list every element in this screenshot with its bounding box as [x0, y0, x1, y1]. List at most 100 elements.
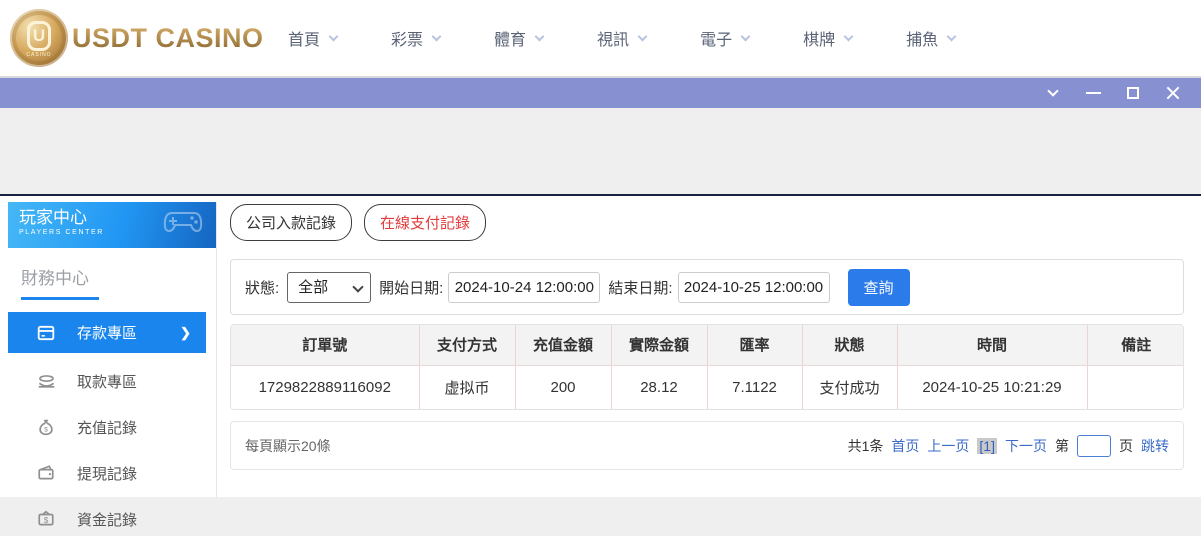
svg-text:$: $ — [44, 427, 48, 434]
next-page-link[interactable]: 下一页 — [1005, 436, 1047, 456]
minimize-button[interactable] — [1073, 78, 1113, 108]
record-tabs: 公司入款記錄 在線支付記錄 — [230, 204, 1184, 241]
col-remark: 備註 — [1086, 325, 1183, 365]
pagination-controls: 共1条 首页 上一页 [1] 下一页 第 页 跳转 — [847, 434, 1169, 457]
sidebar-item-withdraw[interactable]: 取款專區 — [8, 358, 206, 404]
maximize-icon — [1127, 87, 1139, 99]
cell-order-no: 1729822889116092 — [231, 364, 419, 409]
nav-item-slots[interactable]: 電子 — [700, 26, 751, 50]
window-titlebar — [0, 78, 1201, 108]
col-actual-amount: 實際金額 — [610, 325, 707, 365]
logo-text: USDT CASINO — [72, 22, 264, 53]
chevron-down-icon — [534, 31, 545, 41]
per-page-text: 每頁顯示20條 — [245, 437, 331, 454]
cell-status: 支付成功 — [801, 364, 897, 409]
table-row: 1729822889116092 虚拟币 200 28.12 7.1122 支付… — [231, 364, 1183, 409]
table-header-row: 訂單號 支付方式 充值金額 實際金額 匯率 狀態 時間 備註 — [231, 325, 1183, 365]
sidebar-item-deposit[interactable]: 存款專區 ❯ — [8, 312, 206, 353]
content-area: 玩家中心 PLAYERS CENTER 財務中心 存款專區 ❯ 取款專區 $ 充… — [0, 196, 1201, 529]
status-select[interactable]: 全部 — [287, 271, 372, 303]
withdraw-hand-icon — [36, 371, 56, 391]
nav-label: 彩票 — [391, 32, 424, 49]
tab-company-deposit-records[interactable]: 公司入款記錄 — [230, 204, 353, 241]
player-center-sidebar: 玩家中心 PLAYERS CENTER 財務中心 存款專區 ❯ 取款專區 $ 充… — [8, 202, 217, 529]
sidebar-item-label: 提現記錄 — [77, 465, 138, 483]
nav-label: 捕魚 — [906, 32, 939, 49]
chevron-down-icon — [328, 31, 339, 41]
sidebar-item-label: 取款專區 — [77, 373, 138, 391]
main-menu: 首頁 彩票 體育 視訊 電子 棋牌 捕魚 — [288, 26, 957, 50]
jump-page-input[interactable] — [1077, 434, 1111, 457]
records-panel: 公司入款記錄 在線支付記錄 狀態: 全部 開始日期: 結束日期: 查詢 — [230, 204, 1184, 470]
nav-label: 體育 — [494, 32, 527, 49]
cell-recharge-amount: 200 — [514, 364, 611, 409]
pagination-bar: 每頁顯示20條 共1条 首页 上一页 [1] 下一页 第 页 跳转 — [230, 421, 1184, 470]
prev-page-link[interactable]: 上一页 — [927, 436, 969, 456]
spacer-band — [0, 108, 1201, 194]
records-table-container: 訂單號 支付方式 充值金額 實際金額 匯率 狀態 時間 備註 172982288… — [230, 324, 1184, 410]
sidebar-item-label: 資金記錄 — [77, 511, 138, 529]
chevron-down-icon — [946, 31, 957, 41]
col-recharge-amount: 充值金額 — [514, 325, 611, 365]
nav-item-lottery[interactable]: 彩票 — [391, 26, 442, 50]
nav-label: 電子 — [700, 32, 733, 49]
first-page-link[interactable]: 首页 — [891, 436, 919, 456]
jump-suffix-label: 页 — [1119, 437, 1133, 454]
chevron-down-icon — [843, 31, 854, 41]
nav-item-fishing[interactable]: 捕魚 — [906, 26, 957, 50]
nav-item-live[interactable]: 視訊 — [597, 26, 648, 50]
cell-remark — [1086, 364, 1183, 409]
minimize-icon — [1085, 92, 1101, 94]
start-date-label: 開始日期: — [379, 279, 444, 297]
gamepad-icon — [163, 212, 203, 233]
withdraw-wallet-icon — [36, 463, 56, 483]
section-underline — [21, 297, 99, 300]
sidebar-section-title: 財務中心 — [21, 269, 89, 288]
jump-prefix-label: 第 — [1055, 437, 1069, 454]
funds-moneybag-icon: $ — [36, 509, 56, 529]
logo-icon: U CASINO — [10, 9, 68, 67]
tab-online-payment-records[interactable]: 在線支付記錄 — [364, 204, 487, 241]
start-date-input[interactable] — [448, 271, 601, 303]
chevron-down-icon — [431, 31, 442, 41]
chevron-down-icon — [637, 31, 648, 41]
sidebar-item-recharge-records[interactable]: $ 充值記錄 — [8, 404, 206, 450]
cell-time: 2024-10-25 10:21:29 — [896, 364, 1087, 409]
status-label: 狀態: — [245, 279, 280, 297]
top-navigation: U CASINO USDT CASINO 首頁 彩票 體育 視訊 電子 棋牌 捕… — [0, 0, 1201, 78]
col-status: 狀態 — [801, 325, 897, 365]
sidebar-item-label: 充值記錄 — [77, 419, 138, 437]
chevron-down-icon — [740, 31, 751, 41]
total-count-text: 共1条 — [847, 437, 884, 454]
nav-label: 首頁 — [288, 32, 321, 49]
logo[interactable]: U CASINO USDT CASINO — [10, 9, 263, 67]
current-page-indicator: [1] — [977, 437, 997, 454]
nav-item-boardgames[interactable]: 棋牌 — [803, 26, 854, 50]
nav-label: 視訊 — [597, 32, 630, 49]
sidebar-item-withdrawal-records[interactable]: 提現記錄 — [8, 450, 206, 496]
cell-pay-method: 虚拟币 — [418, 364, 515, 409]
logo-sub-text: CASINO — [26, 52, 52, 58]
nav-item-sports[interactable]: 體育 — [494, 26, 545, 50]
status-select-wrap: 全部 — [287, 271, 372, 303]
cell-rate: 7.1122 — [706, 364, 802, 409]
jump-button[interactable]: 跳转 — [1141, 436, 1169, 456]
deposit-card-icon — [36, 323, 56, 343]
cell-actual-amount: 28.12 — [610, 364, 707, 409]
close-button[interactable] — [1153, 78, 1193, 108]
end-date-label: 結束日期: — [608, 279, 673, 297]
chevron-right-icon: ❯ — [180, 324, 191, 340]
titlebar-dropdown-button[interactable] — [1033, 78, 1073, 108]
recharge-moneybag-icon: $ — [36, 417, 56, 437]
maximize-button[interactable] — [1113, 78, 1153, 108]
sidebar-item-funds-records[interactable]: $ 資金記錄 — [8, 496, 206, 536]
search-button[interactable]: 查詢 — [847, 268, 910, 306]
nav-item-home[interactable]: 首頁 — [288, 26, 339, 50]
sidebar-banner: 玩家中心 PLAYERS CENTER — [8, 202, 216, 248]
col-pay-method: 支付方式 — [418, 325, 515, 365]
col-order-no: 訂單號 — [231, 325, 419, 365]
chevron-down-icon — [1047, 85, 1059, 97]
filter-bar: 狀態: 全部 開始日期: 結束日期: 查詢 — [230, 259, 1184, 315]
records-table: 訂單號 支付方式 充值金額 實際金額 匯率 狀態 時間 備註 172982288… — [231, 325, 1183, 409]
end-date-input[interactable] — [677, 271, 830, 303]
